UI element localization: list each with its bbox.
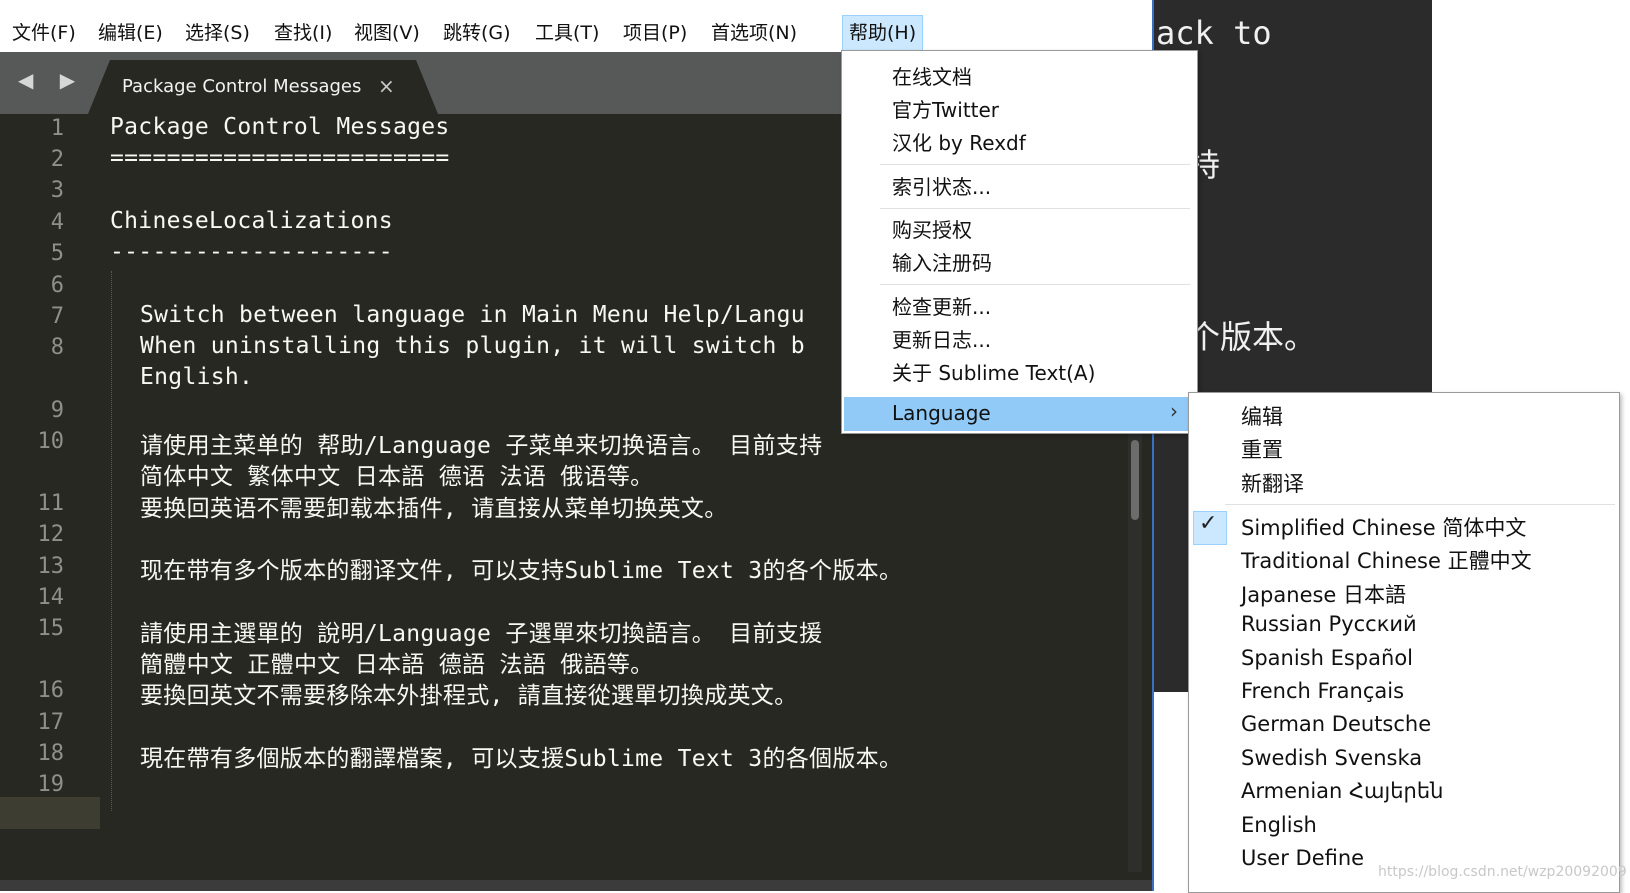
line-number: 3 [50,178,64,203]
line-number: 8 [50,335,64,360]
menu-item-english[interactable]: English [1241,813,1317,837]
menu-separator [880,208,1190,209]
line-number: 19 [37,772,65,797]
menu-item-french[interactable]: French Français [1241,679,1404,703]
line-number: 12 [37,522,65,547]
background-window-lower [1150,692,1190,891]
line-number: 15 [37,616,65,641]
code-line: 要换回英语不需要卸载本插件, 请直接从菜单切换英文。 [140,496,728,522]
menu-selection[interactable]: 选择(S) [179,16,256,50]
line-number: 9 [50,398,64,423]
scrollbar-thumb[interactable] [1131,440,1139,520]
checkmark-icon: ✓ [1199,511,1218,536]
language-submenu: 编辑 重置 新翻译 ✓ Simplified Chinese 简体中文 Trad… [1188,392,1620,893]
code-line: 要換回英文不需要移除本外掛程式, 請直接從選單切換成英文。 [140,683,798,709]
menu-item-japanese[interactable]: Japanese 日本語 [1241,579,1406,609]
code-line: -------------------- [110,239,393,265]
line-number: 7 [50,304,64,329]
code-line: 简体中文 繁体中文 日本語 德语 法语 俄语等。 [140,464,654,490]
menu-file[interactable]: 文件(F) [6,16,82,50]
line-number: 13 [37,554,65,579]
line-number: 6 [50,273,64,298]
current-line-highlight [0,797,100,829]
code-line: English. [140,364,254,390]
menu-item-swedish[interactable]: Swedish Svenska [1241,746,1422,770]
code-line: 现在带有多个版本的翻译文件, 可以支持Sublime Text 3的各个版本。 [140,558,903,584]
code-line: 現在帶有多個版本的翻譯檔案, 可以支援Sublime Text 3的各個版本。 [140,746,903,772]
menu-separator [1225,504,1615,505]
line-number: 16 [37,678,65,703]
menu-item-spanish[interactable]: Spanish Español [1241,646,1413,670]
line-number: 1 [50,116,64,141]
menu-item-online-docs[interactable]: 在线文档 [892,61,972,90]
menu-item-about[interactable]: 关于 Sublime Text(A) [892,357,1095,386]
menu-item-user-define[interactable]: User Define [1241,846,1364,870]
code-line: Switch between language in Main Menu Hel… [140,302,805,328]
menu-goto[interactable]: 跳转(G) [437,16,517,50]
code-line: 请使用主菜单的 帮助/Language 子菜单来切换语言。 目前支持 [140,433,823,459]
menu-separator [880,164,1190,165]
menu-tools[interactable]: 工具(T) [529,16,605,50]
menu-item-armenian[interactable]: Armenian Հայերեն [1241,779,1443,803]
line-number: 11 [37,491,65,516]
menu-item-language-label: Language [892,401,991,425]
line-number: 2 [50,147,64,172]
menu-project[interactable]: 项目(P) [617,16,693,50]
menu-preferences[interactable]: 首选项(N) [705,16,803,50]
help-menu-dropdown: 在线文档 官方Twitter 汉化 by Rexdf 索引状态... 购买授权 … [841,50,1198,434]
menu-item-index-status[interactable]: 索引状态... [892,171,991,200]
close-icon[interactable]: × [378,74,395,98]
menu-item-traditional-chinese[interactable]: Traditional Chinese 正體中文 [1241,545,1532,575]
menu-separator [880,284,1190,285]
watermark-text: https://blog.csdn.net/wzp20092009 [1378,864,1627,880]
line-number: 14 [37,585,65,610]
code-line: When uninstalling this plugin, it will s… [140,333,805,359]
menu-item-edit-translation[interactable]: 编辑 [1241,401,1283,431]
line-number: 5 [50,241,64,266]
code-line: ======================== [110,145,450,171]
code-line: 請使用主選單的 說明/Language 子選單來切換語言。 目前支援 [140,621,823,647]
status-bar [0,880,1152,891]
menu-find[interactable]: 查找(I) [268,16,338,50]
tab-label: Package Control Messages [122,76,362,97]
menu-item-german[interactable]: German Deutsche [1241,712,1431,736]
menu-item-localization[interactable]: 汉化 by Rexdf [892,127,1026,156]
menu-item-twitter[interactable]: 官方Twitter [892,94,999,123]
line-number: 4 [50,210,64,235]
code-line: Package Control Messages [110,114,450,140]
code-line: ChineseLocalizations [110,208,393,234]
menu-item-changelog[interactable]: 更新日志... [892,324,991,353]
menu-item-reset[interactable]: 重置 [1241,434,1283,464]
menu-view[interactable]: 视图(V) [348,16,426,50]
line-number: 18 [37,741,65,766]
menubar: 文件(F) 编辑(E) 选择(S) 查找(I) 视图(V) 跳转(G) 工具(T… [0,0,1152,52]
menu-item-language[interactable]: Language › [844,397,1193,431]
line-number-gutter: 1 2 3 4 5 6 7 8 9 10 11 12 13 14 15 16 1… [0,114,100,880]
menu-item-purchase[interactable]: 购买授权 [892,214,972,243]
menu-item-russian[interactable]: Russian Русский [1241,612,1417,636]
menu-edit[interactable]: 编辑(E) [92,16,169,50]
chevron-right-icon: › [1170,399,1178,423]
code-line: 簡體中文 正體中文 日本語 德語 法語 俄語等。 [140,652,654,678]
menu-item-enter-license[interactable]: 输入注册码 [892,247,992,276]
tab-package-control-messages[interactable]: Package Control Messages × [88,60,438,114]
menu-item-check-updates[interactable]: 检查更新... [892,291,991,320]
background-text-line: ack to [1156,14,1272,52]
tab-nav-arrows-icon[interactable]: ◀ ▶ [18,68,85,92]
line-number: 10 [37,429,65,454]
menu-item-new-translation[interactable]: 新翻译 [1241,468,1304,498]
indent-guide [111,271,112,811]
menu-item-simplified-chinese[interactable]: Simplified Chinese 简体中文 [1241,512,1526,542]
menu-help[interactable]: 帮助(H) [842,15,924,51]
line-number: 17 [37,710,65,735]
